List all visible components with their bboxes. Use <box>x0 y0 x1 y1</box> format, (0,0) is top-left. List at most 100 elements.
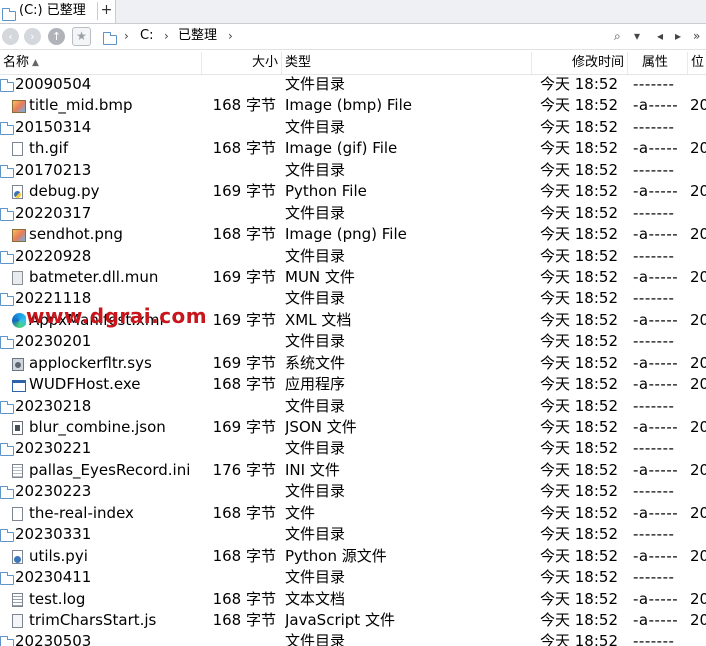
file-position: 20 <box>690 310 706 329</box>
column-size[interactable]: 大小 <box>202 52 282 74</box>
column-type[interactable]: 类型 <box>282 52 532 74</box>
file-row[interactable]: test.log 168 字节 文本文档 今天 18:52 -a----- 20 <box>0 589 706 610</box>
file-position: 20 <box>690 610 706 629</box>
file-row[interactable]: WUDFHost.exe 168 字节 应用程序 今天 18:52 -a----- 20 <box>0 374 706 395</box>
file-size: 168 字节 <box>212 225 276 244</box>
file-attributes: ------- <box>633 117 675 136</box>
file-row[interactable]: trimCharsStart.js 168 字节 JavaScript 文件 今天 1… <box>0 610 706 631</box>
file-position: 20 <box>690 418 706 436</box>
file-row[interactable]: utils.pyi 168 字节 Python 源文件 今天 18:52 -a-----… <box>0 546 706 567</box>
file-attributes: -a----- <box>633 610 679 629</box>
file-modified-time: 今天 18:52 <box>540 546 618 565</box>
file-name: 20230201 <box>15 332 92 351</box>
column-header: 名称 ▲ 大小 类型 修改时间 属性 位 <box>0 52 706 75</box>
file-row[interactable]: blur_combine.json 169 字节 JSON 文件 今天 18:52 -a… <box>0 417 706 438</box>
text-file-icon <box>12 592 26 607</box>
breadcrumb-drive[interactable]: C: <box>140 27 153 45</box>
back-button[interactable]: ‹ <box>2 28 19 45</box>
folder-row[interactable]: 20230201 文件目录 今天 18:52 ------- <box>0 331 706 352</box>
up-button[interactable]: ↑ <box>48 28 65 45</box>
file-modified-time: 今天 18:52 <box>540 139 618 158</box>
file-row[interactable]: the-real-index 168 字节 文件 今天 18:52 -a----- 20 <box>0 503 706 524</box>
gif-file-icon <box>12 141 26 157</box>
file-attributes: ------- <box>633 568 675 587</box>
file-row[interactable]: applockerfltr.sys 169 字节 系统文件 今天 18:52 -a---… <box>0 353 706 374</box>
column-name[interactable]: 名称 ▲ <box>0 52 202 74</box>
file-name: 20230411 <box>15 568 92 587</box>
folder-row[interactable]: 20220928 文件目录 今天 18:52 ------- <box>0 246 706 267</box>
file-attributes: -a----- <box>633 310 679 329</box>
file-position: 20 <box>690 96 706 115</box>
scroll-left-icon[interactable]: ◂ <box>657 27 663 45</box>
image-file-icon <box>12 227 26 243</box>
folder-row[interactable]: 20220317 文件目录 今天 18:52 ------- <box>0 203 706 224</box>
file-position: 20 <box>690 182 706 201</box>
scroll-right-icon[interactable]: ▸ <box>675 27 681 45</box>
breadcrumb-folder[interactable]: 已整理 <box>178 27 217 45</box>
more-icon[interactable]: » <box>693 27 700 45</box>
folder-row[interactable]: 20230218 文件目录 今天 18:52 ------- <box>0 396 706 417</box>
file-attributes: -a----- <box>633 546 679 565</box>
file-row[interactable]: title_mid.bmp 168 字节 Image (bmp) File 今天 18… <box>0 95 706 116</box>
folder-row[interactable]: 20090504 文件目录 今天 18:52 ------- <box>0 74 706 95</box>
file-type: Python 源文件 <box>285 546 387 565</box>
file-modified-time: 今天 18:52 <box>540 332 618 351</box>
file-type: 文本文档 <box>285 589 346 608</box>
folder-row[interactable]: 20170213 文件目录 今天 18:52 ------- <box>0 160 706 181</box>
folder-row[interactable]: 20150314 文件目录 今天 18:52 ------- <box>0 117 706 138</box>
column-name-label: 名称 <box>3 55 30 70</box>
file-name: 20230223 <box>15 482 92 501</box>
file-attributes: ------- <box>633 482 675 501</box>
folder-row[interactable]: 20230223 文件目录 今天 18:52 ------- <box>0 481 706 502</box>
folder-icon <box>0 484 14 500</box>
favorites-icon[interactable]: ★ <box>72 27 91 46</box>
folder-row[interactable]: 20230221 文件目录 今天 18:52 ------- <box>0 438 706 459</box>
file-size <box>200 246 276 267</box>
file-name: 20230503 <box>15 632 92 646</box>
column-date[interactable]: 修改时间 <box>532 52 628 74</box>
forward-button[interactable]: › <box>24 28 41 45</box>
file-attributes: ------- <box>633 396 675 415</box>
folder-icon <box>0 163 14 178</box>
file-modified-time: 今天 18:52 <box>540 418 618 436</box>
dll-file-icon <box>12 270 26 285</box>
file-type: 文件目录 <box>285 439 346 458</box>
file-row[interactable]: sendhot.png 168 字节 Image (png) File 今天 18:5… <box>0 224 706 245</box>
file-attributes: -a----- <box>633 418 679 436</box>
file-type: XML 文档 <box>285 310 352 329</box>
file-size: 168 字节 <box>212 503 276 522</box>
folder-row[interactable]: 20230331 文件目录 今天 18:52 ------- <box>0 524 706 545</box>
folder-icon <box>103 30 117 49</box>
file-type: 应用程序 <box>285 375 346 394</box>
file-position: 20 <box>690 353 706 372</box>
new-tab-button[interactable]: + <box>97 2 115 20</box>
folder-icon <box>0 206 14 221</box>
file-type: 文件目录 <box>285 396 346 415</box>
file-modified-time: 今天 18:52 <box>540 375 618 394</box>
chevron-down-icon[interactable]: ▾ <box>634 27 640 45</box>
file-modified-time: 今天 18:52 <box>540 310 618 329</box>
tab-bar: (C:) 已整理 + <box>0 0 706 24</box>
file-attributes: ------- <box>633 332 675 351</box>
file-row[interactable]: batmeter.dll.mun 169 字节 MUN 文件 今天 18:52 -a--… <box>0 267 706 288</box>
file-modified-time: 今天 18:52 <box>540 225 618 244</box>
image-file-icon <box>12 98 26 114</box>
column-attributes-label: 属性 <box>642 55 669 70</box>
column-position[interactable]: 位 <box>688 52 706 74</box>
file-position <box>690 331 706 352</box>
file-name: 20170213 <box>15 160 92 179</box>
file-name: 20150314 <box>15 117 92 136</box>
file-row[interactable]: pallas_EyesRecord.ini 176 字节 INI 文件 今天 18:5… <box>0 460 706 481</box>
folder-row[interactable]: 20230503 文件目录 今天 18:52 ------- <box>0 631 706 646</box>
file-type: 文件目录 <box>285 289 346 308</box>
file-type: 文件目录 <box>285 632 346 646</box>
file-row[interactable]: th.gif 168 字节 Image (gif) File 今天 18:52 -a--… <box>0 138 706 159</box>
file-type: MUN 文件 <box>285 267 355 286</box>
file-size: 169 字节 <box>212 182 276 201</box>
folder-row[interactable]: 20230411 文件目录 今天 18:52 ------- <box>0 567 706 588</box>
file-row[interactable]: debug.py 169 字节 Python File 今天 18:52 -a-----… <box>0 181 706 202</box>
file-size <box>200 331 276 352</box>
column-attributes[interactable]: 属性 <box>628 52 688 74</box>
file-size: 169 字节 <box>212 418 276 436</box>
search-icon[interactable]: ⌕ <box>614 27 621 45</box>
